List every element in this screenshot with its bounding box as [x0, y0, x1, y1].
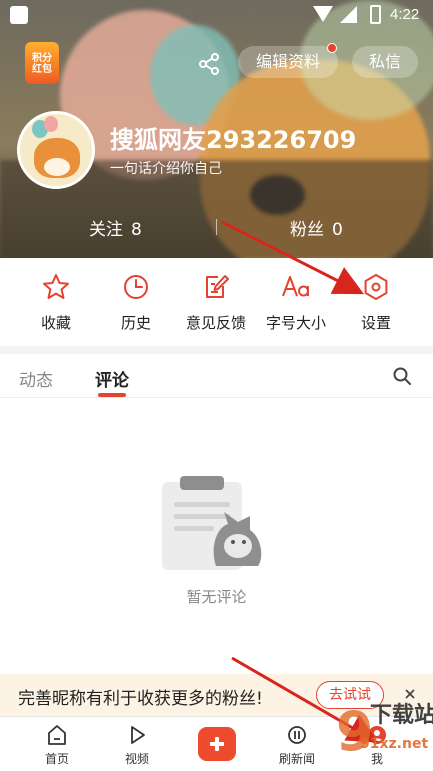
avatar[interactable] — [17, 111, 95, 189]
edit-profile-label: 编辑资料 — [255, 52, 320, 71]
messages-label: 私信 — [368, 52, 401, 71]
menu-item-label: 意见反馈 — [185, 314, 246, 332]
edit-profile-button[interactable]: 编辑资料 — [238, 43, 338, 78]
banner-text: 完善昵称有利于收获更多的粉丝! — [18, 689, 263, 709]
battery-icon — [370, 5, 381, 24]
nav-news[interactable]: 刷新闻 — [262, 723, 332, 767]
menu-item-settings[interactable]: 设置 — [336, 272, 416, 333]
menu-item-favorites[interactable]: 收藏 — [16, 272, 96, 333]
avatar-balloon — [44, 116, 58, 132]
wifi-icon — [313, 6, 333, 22]
profile-header: 4:22 积分 红包 编辑资料 私信 搜狐网友293226709 一句话介绍你自己… — [0, 0, 433, 258]
notification-icon — [10, 6, 28, 24]
site-watermark: 9 下载站 91xz.net — [336, 700, 433, 763]
menu-item-font-size[interactable]: 字号大小 — [256, 272, 336, 333]
avatar-snout — [44, 158, 70, 176]
signal-icon — [340, 6, 357, 23]
nav-label: 首页 — [44, 752, 69, 766]
messages-button[interactable]: 私信 — [352, 46, 418, 78]
stat-divider — [216, 219, 217, 235]
nav-label: 刷新闻 — [278, 752, 315, 766]
points-badge-label: 积分 红包 — [32, 53, 52, 75]
section-divider — [0, 346, 433, 354]
notification-dot — [327, 43, 337, 53]
following-stat[interactable]: 关注 8 — [89, 215, 142, 240]
fans-count: 0 — [332, 220, 343, 240]
menu-item-history[interactable]: 历史 — [96, 272, 176, 333]
share-icon[interactable] — [195, 50, 223, 78]
status-time: 4:22 — [390, 6, 420, 23]
status-bar: 4:22 — [0, 0, 433, 30]
following-count: 8 — [131, 220, 142, 240]
quick-menu: 收藏 历史 意见反馈 字号大小 设置 — [0, 258, 433, 346]
play-icon — [131, 726, 145, 744]
nav-home[interactable]: 首页 — [22, 723, 92, 767]
star-icon — [43, 274, 69, 299]
following-label: 关注 — [89, 220, 123, 240]
username[interactable]: 搜狐网友293226709 — [110, 120, 356, 155]
fans-stat[interactable]: 粉丝 0 — [290, 215, 343, 240]
background-blur — [250, 175, 305, 215]
nav-label: 视频 — [124, 752, 149, 766]
watermark-text: 下载站 — [370, 702, 433, 728]
font-size-icon — [282, 276, 309, 297]
active-tab-indicator — [98, 393, 126, 397]
search-icon[interactable] — [392, 366, 412, 386]
menu-item-label: 设置 — [360, 314, 391, 332]
empty-state-text: 暂无评论 — [186, 588, 247, 606]
home-icon — [48, 725, 66, 745]
points-badge[interactable]: 积分 红包 — [25, 42, 59, 84]
bio[interactable]: 一句话介绍你自己 — [110, 158, 222, 178]
tab-comments[interactable]: 评论 — [95, 366, 129, 391]
fans-label: 粉丝 — [290, 220, 324, 240]
feedback-icon — [206, 275, 229, 298]
empty-comments-illustration — [162, 476, 262, 570]
tab-activity[interactable]: 动态 — [19, 366, 53, 391]
content-tabs: 动态 评论 — [0, 354, 433, 398]
svg-text:9: 9 — [336, 700, 374, 763]
menu-item-label: 历史 — [120, 314, 151, 332]
settings-icon — [364, 274, 388, 300]
news-icon — [288, 726, 306, 744]
clock-icon — [124, 275, 148, 299]
post-button[interactable] — [198, 727, 236, 761]
menu-item-label: 字号大小 — [265, 314, 326, 332]
menu-item-feedback[interactable]: 意见反馈 — [176, 272, 256, 333]
watermark-subtext: 91xz.net — [360, 736, 428, 752]
menu-item-label: 收藏 — [40, 314, 71, 332]
nav-video[interactable]: 视频 — [102, 723, 172, 767]
